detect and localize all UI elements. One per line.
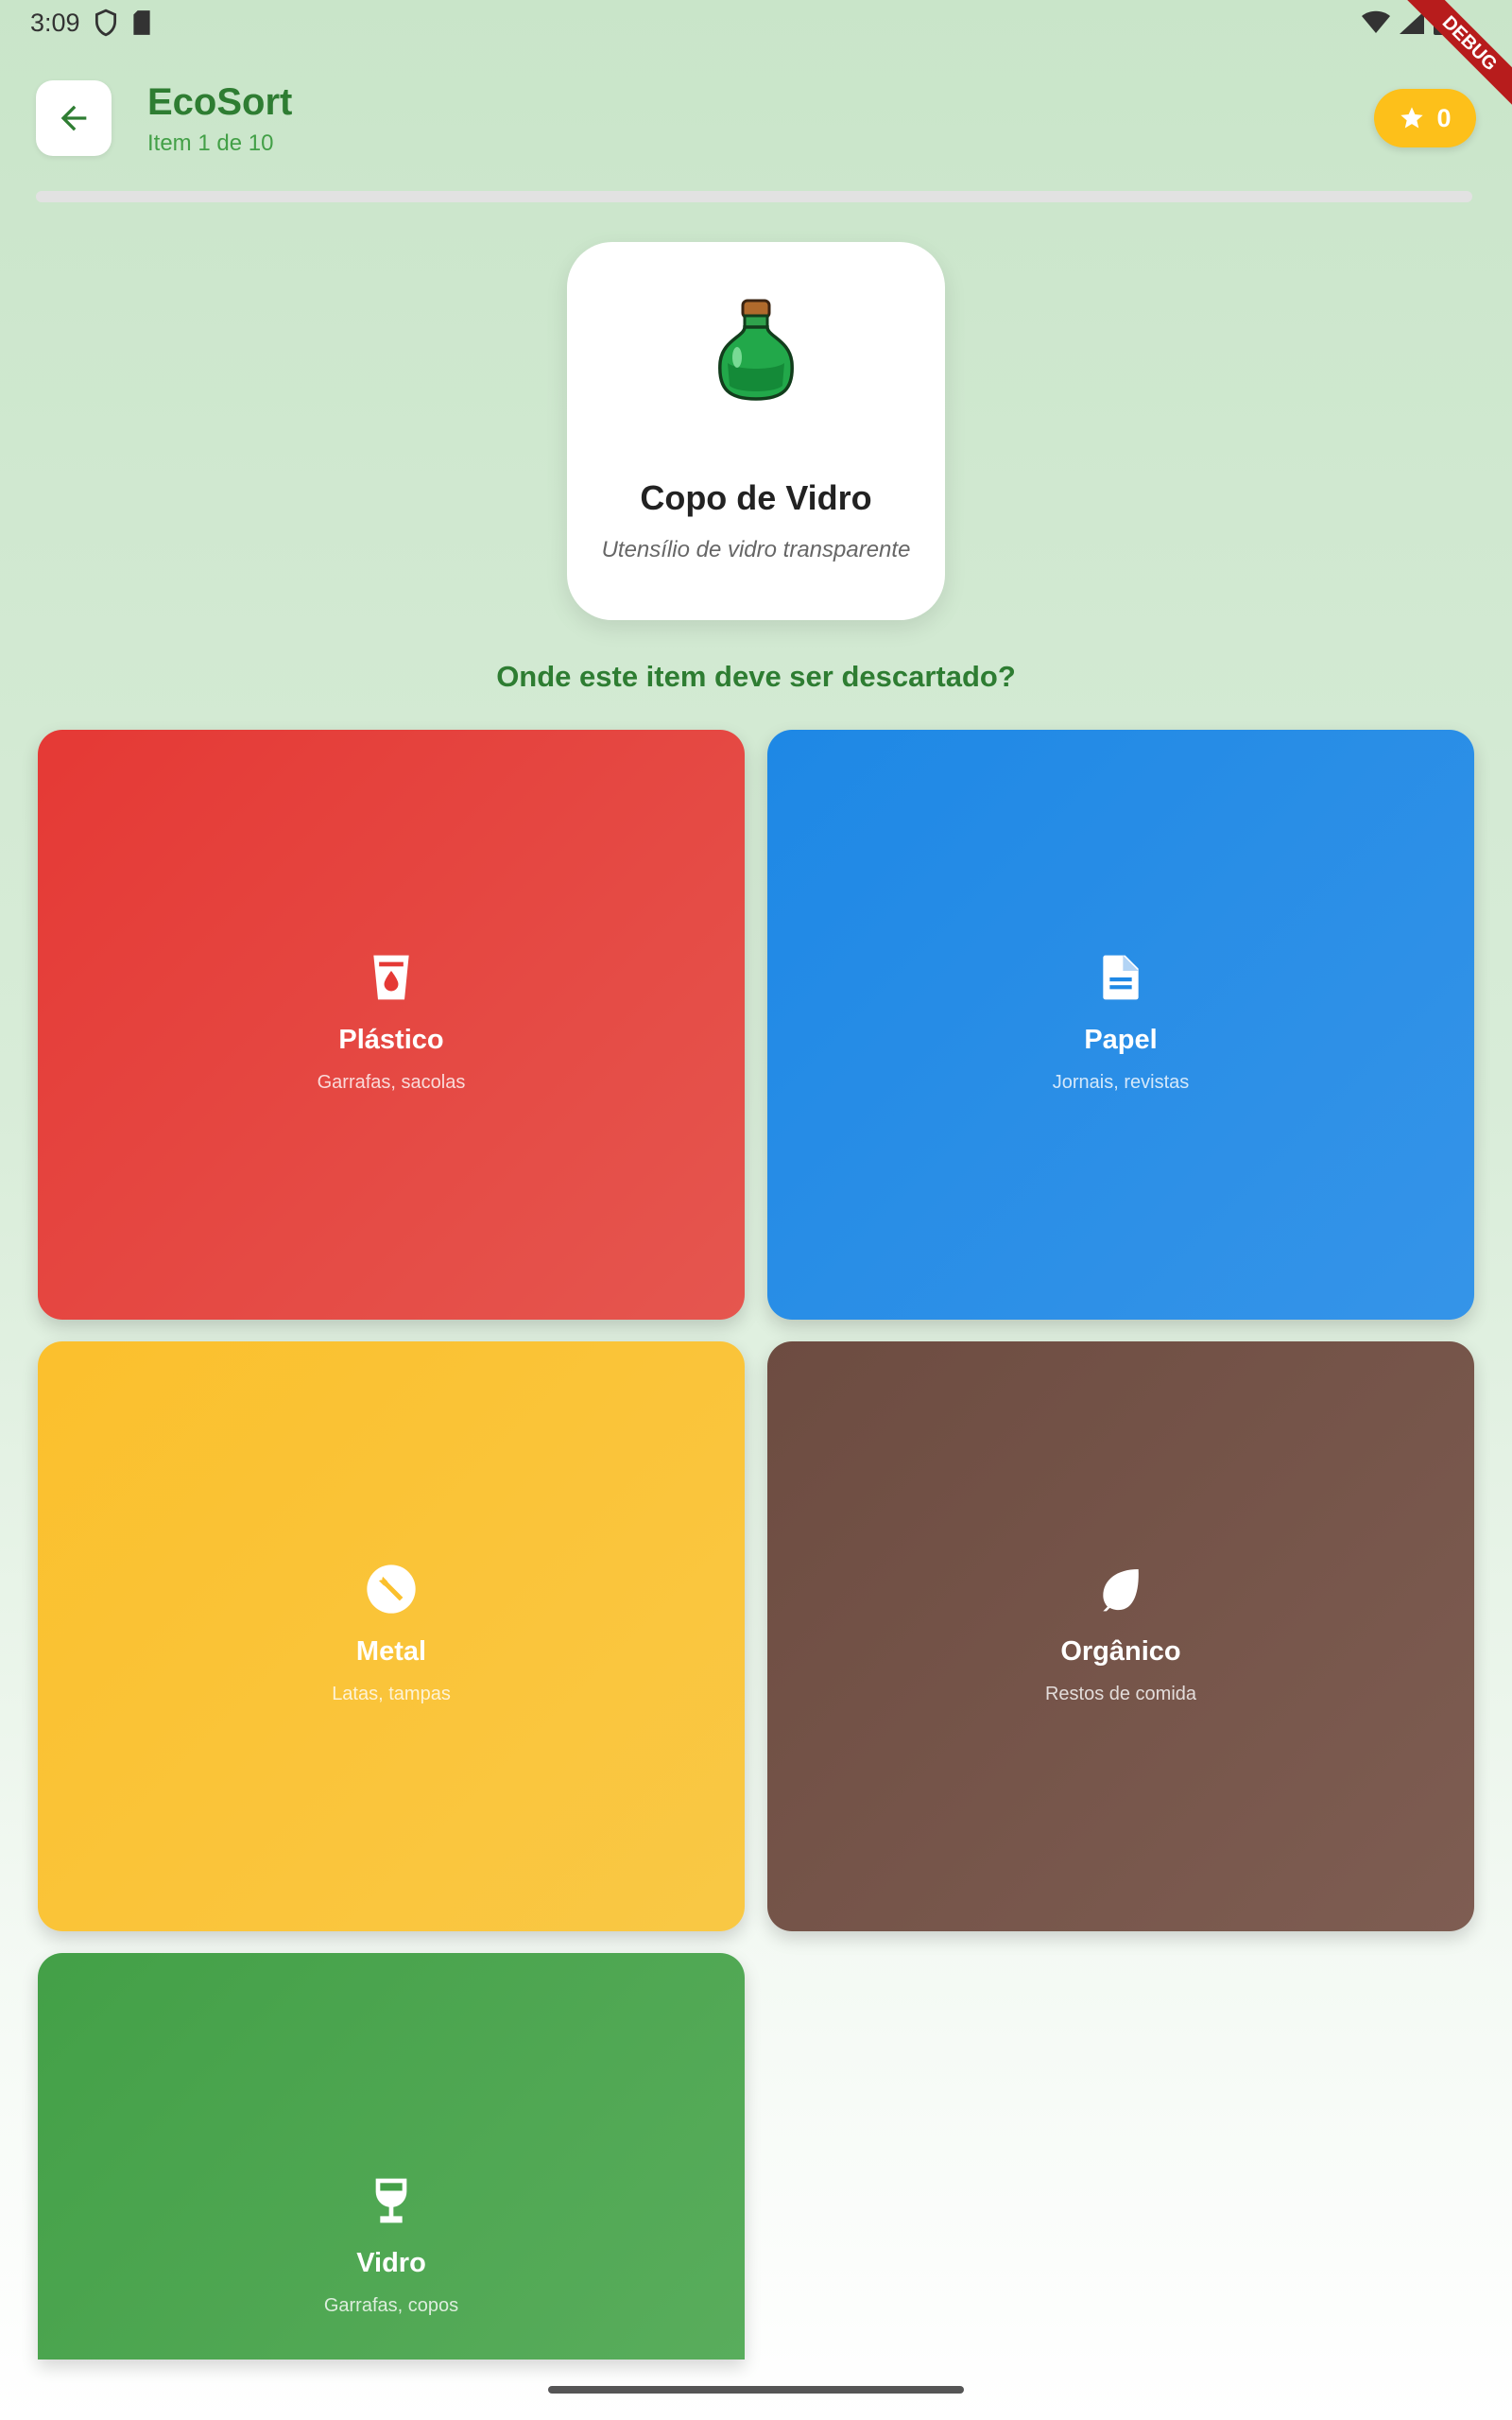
bin-label: Orgânico [1060, 1636, 1181, 1667]
item-card: Copo de Vidro Utensílio de vidro transpa… [567, 242, 945, 620]
green-bottle-icon [718, 299, 794, 401]
bin-subtitle: Garrafas, sacolas [317, 1072, 466, 1093]
leaf-icon [1103, 1569, 1139, 1612]
bin-label: Papel [1084, 1025, 1158, 1055]
bin-label: Vidro [356, 2248, 426, 2278]
wine-glass-icon [375, 2178, 407, 2223]
score-value: 0 [1436, 103, 1452, 132]
home-indicator[interactable] [548, 2386, 964, 2394]
sd-card-icon [132, 10, 150, 35]
bin-plastico[interactable]: Plástico Garrafas, sacolas [38, 730, 745, 1320]
cup-drop-icon [373, 955, 409, 1000]
bin-label: Plástico [338, 1025, 444, 1055]
item-counter: Item 1 de 10 [147, 130, 274, 156]
bin-metal[interactable]: Metal Latas, tampas [38, 1341, 745, 1931]
bin-subtitle: Latas, tampas [332, 1684, 451, 1704]
arrow-back-icon [60, 105, 87, 131]
back-button[interactable] [36, 80, 112, 156]
status-left: 3:09 [30, 9, 152, 38]
score-badge: 0 [1374, 89, 1476, 147]
wrench-icon [367, 1564, 416, 1614]
bin-label: Metal [355, 1636, 427, 1667]
status-time: 3:09 [30, 8, 80, 37]
question-text: Onde este item deve ser descartado? [496, 660, 1016, 693]
bin-papel[interactable]: Papel Jornais, revistas [767, 730, 1474, 1320]
item-name: Copo de Vidro [640, 478, 872, 517]
bin-subtitle: Garrafas, copos [323, 2295, 459, 2316]
bin-vidro[interactable]: Vidro Garrafas, copos [38, 1953, 745, 2360]
document-icon [1103, 955, 1139, 1000]
progress-bar [36, 191, 1472, 202]
bin-subtitle: Restos de comida [1044, 1684, 1197, 1704]
shield-icon [94, 9, 116, 37]
bin-organico[interactable]: Orgânico Restos de comida [767, 1341, 1474, 1931]
status-bar: 3:09 [0, 0, 1512, 45]
app-title: EcoSort [147, 81, 293, 123]
bin-subtitle: Jornais, revistas [1052, 1072, 1190, 1093]
header-titles: EcoSort Item 1 de 10 [147, 79, 292, 157]
star-icon [1400, 107, 1424, 129]
item-description: Utensílio de vidro transparente [601, 537, 911, 562]
app-header: EcoSort Item 1 de 10 0 [36, 79, 1476, 157]
